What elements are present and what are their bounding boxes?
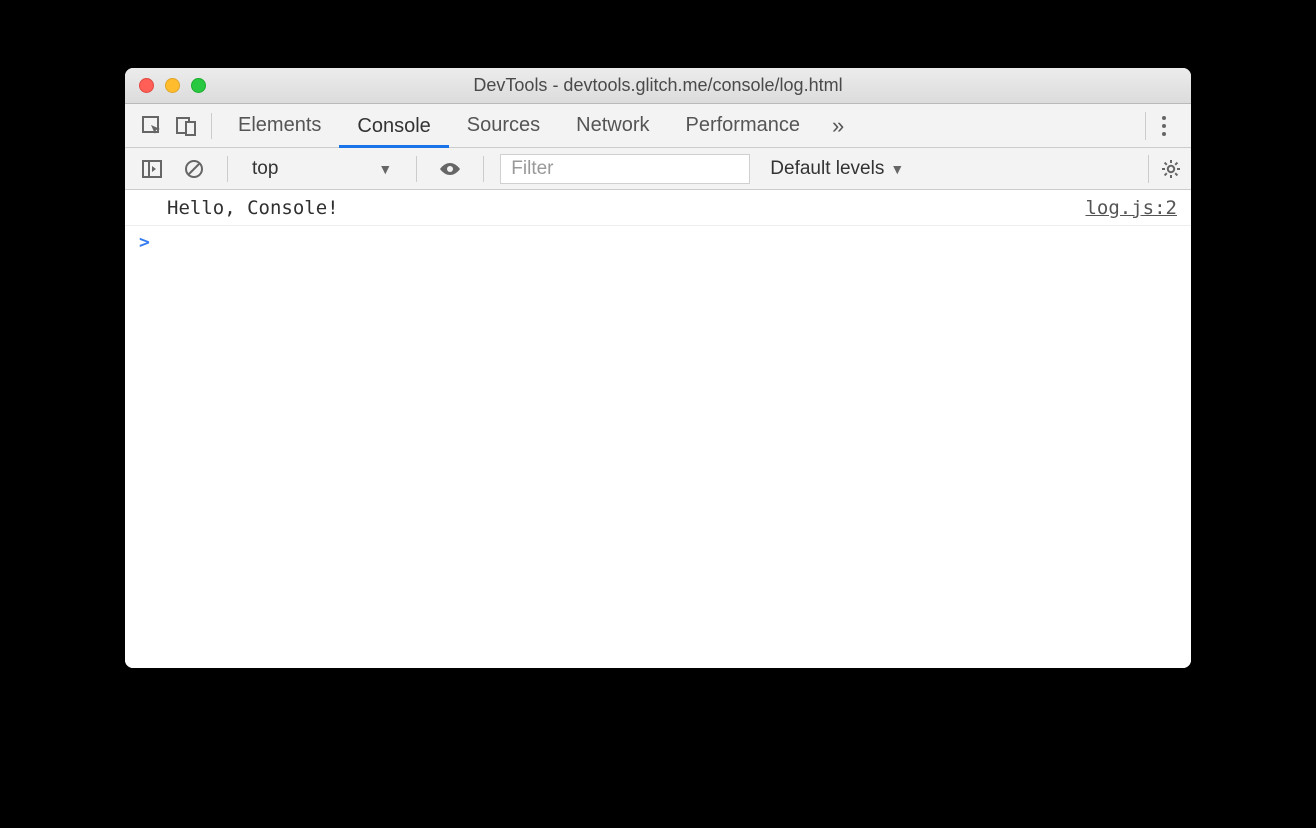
clear-console-icon[interactable]: [177, 152, 211, 186]
divider: [211, 113, 212, 139]
tab-network[interactable]: Network: [558, 104, 667, 148]
tab-sources[interactable]: Sources: [449, 104, 558, 148]
divider: [483, 156, 484, 182]
gear-icon: [1161, 159, 1181, 179]
minimize-window-button[interactable]: [165, 78, 180, 93]
tab-elements[interactable]: Elements: [220, 104, 339, 148]
filter-input[interactable]: [500, 154, 750, 184]
log-levels-select[interactable]: Default levels ▼: [770, 158, 904, 180]
divider: [416, 156, 417, 182]
traffic-lights: [125, 78, 206, 93]
tab-console[interactable]: Console: [339, 104, 448, 148]
tabs-overflow-button[interactable]: »: [818, 113, 858, 139]
more-options-button[interactable]: [1145, 112, 1181, 140]
toggle-console-sidebar-icon[interactable]: [135, 152, 169, 186]
console-prompt[interactable]: >: [125, 226, 1191, 258]
main-tabstrip: Elements Console Sources Network Perform…: [125, 104, 1191, 148]
console-toolbar: top ▼ Default levels ▼: [125, 148, 1191, 190]
log-levels-label: Default levels: [770, 158, 884, 180]
log-source-link[interactable]: log.js:2: [1085, 197, 1177, 219]
zoom-window-button[interactable]: [191, 78, 206, 93]
prompt-caret-icon: >: [139, 232, 150, 253]
log-message: Hello, Console!: [139, 197, 339, 219]
titlebar: DevTools - devtools.glitch.me/console/lo…: [125, 68, 1191, 104]
console-output: Hello, Console! log.js:2 >: [125, 190, 1191, 668]
chevron-down-icon: ▼: [378, 161, 392, 177]
toggle-device-toolbar-icon[interactable]: [169, 109, 203, 143]
chevron-down-icon: ▼: [890, 161, 904, 177]
inspect-element-icon[interactable]: [135, 109, 169, 143]
tab-performance[interactable]: Performance: [668, 104, 819, 148]
execution-context-select[interactable]: top ▼: [244, 158, 400, 180]
console-settings-button[interactable]: [1148, 155, 1181, 183]
divider: [227, 156, 228, 182]
log-entry: Hello, Console! log.js:2: [125, 190, 1191, 226]
live-expression-icon[interactable]: [433, 152, 467, 186]
window-title: DevTools - devtools.glitch.me/console/lo…: [125, 75, 1191, 96]
execution-context-label: top: [252, 158, 278, 180]
devtools-window: DevTools - devtools.glitch.me/console/lo…: [125, 68, 1191, 668]
close-window-button[interactable]: [139, 78, 154, 93]
